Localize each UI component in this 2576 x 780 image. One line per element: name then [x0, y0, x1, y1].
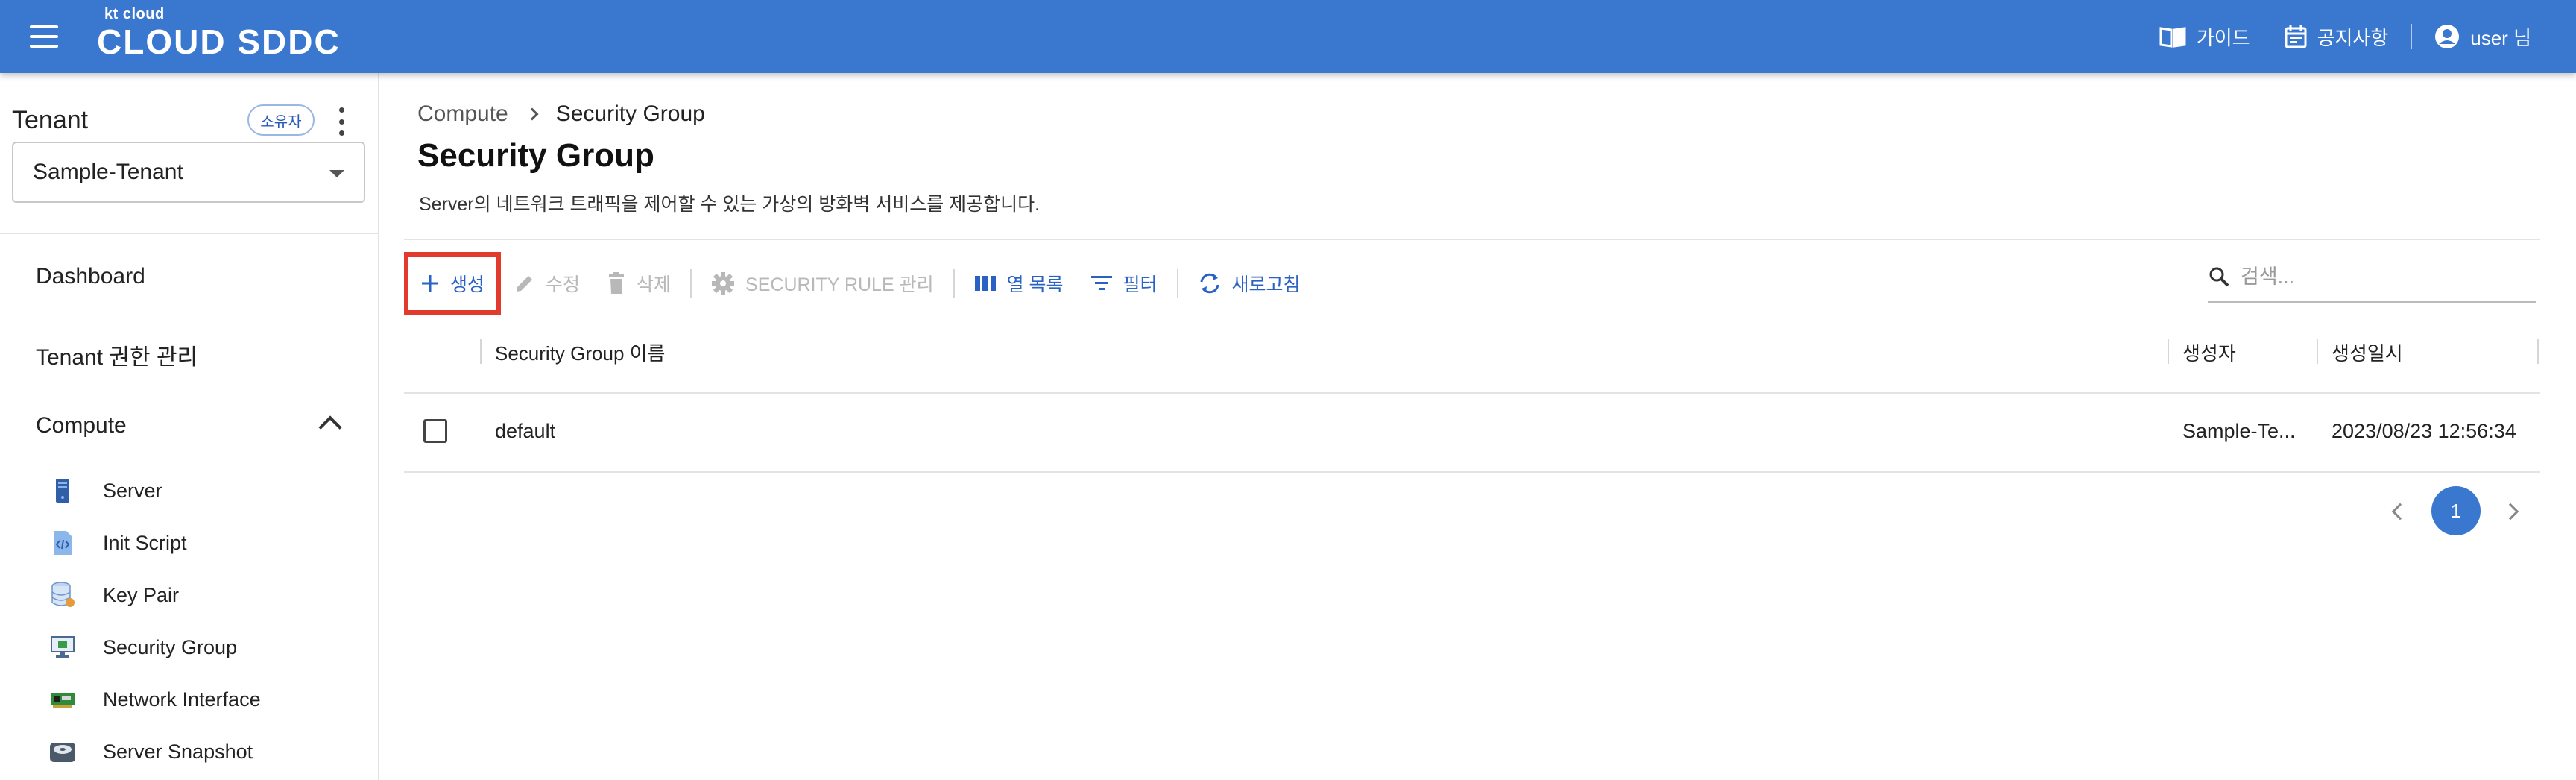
prev-page-icon[interactable] [2391, 503, 2409, 520]
cell-created-at: 2023/08/23 12:56:34 [2332, 419, 2516, 442]
sidebar-item-label: Network Interface [103, 688, 261, 711]
filter-label: 필터 [1123, 274, 1158, 295]
refresh-button[interactable]: 새로고침 [1184, 261, 1314, 306]
edit-button[interactable]: 수정 [501, 261, 593, 306]
sidebar-item-tenant-permissions[interactable]: Tenant 권한 관리 [36, 339, 198, 371]
sidebar-item-network-interface[interactable]: Network Interface [49, 679, 362, 720]
sidebar-item-label: Init Script [103, 531, 187, 554]
header-divider [2411, 24, 2413, 49]
header-actions: 가이드 공지사항 user 님 [2159, 0, 2531, 73]
user-label: user 님 [2470, 26, 2531, 49]
table-header-divider [404, 392, 2540, 394]
account-circle-icon [2435, 25, 2460, 48]
page-title: Security Group [417, 137, 654, 174]
database-icon [49, 582, 76, 608]
column-divider [480, 339, 482, 364]
pencil-icon [517, 276, 533, 292]
breadcrumb-current: Security Group [555, 101, 705, 126]
owner-badge: 소유자 [247, 104, 315, 136]
sidebar-item-compute[interactable]: Compute [36, 413, 127, 438]
page-description: Server의 네트워크 트래픽을 제어할 수 있는 가상의 방화벽 서비스를 … [419, 194, 1041, 215]
column-header-name[interactable]: Security Group 이름 [495, 339, 665, 365]
table-row-divider [404, 471, 2540, 473]
guide-link[interactable]: 가이드 [2159, 23, 2250, 51]
search-icon [2209, 267, 2229, 287]
delete-button[interactable]: 삭제 [593, 261, 684, 306]
content-divider [404, 239, 2540, 240]
filter-icon [1090, 276, 1112, 290]
notice-link[interactable]: 공지사항 [2285, 23, 2389, 51]
snapshot-icon [49, 738, 76, 765]
edit-label: 수정 [546, 274, 581, 295]
delete-label: 삭제 [637, 274, 672, 295]
logo[interactable]: kt cloud CLOUD SDDC [97, 6, 341, 61]
column-header-created-at[interactable]: 생성일시 [2332, 339, 2403, 365]
sidebar-item-label: Server Snapshot [103, 740, 253, 763]
sidebar-item-dashboard[interactable]: Dashboard [36, 264, 145, 289]
sidebar-item-server[interactable]: Server [49, 470, 362, 512]
dropdown-arrow-icon [329, 170, 344, 177]
network-card-icon [49, 686, 76, 713]
create-label: 생성 [450, 274, 485, 295]
menu-icon[interactable] [28, 22, 60, 51]
book-icon [2159, 27, 2186, 48]
sidebar-item-security-group[interactable]: Security Group [49, 626, 362, 668]
sidebar-item-key-pair[interactable]: Key Pair [49, 574, 362, 616]
column-divider [2168, 339, 2169, 364]
search-box [2208, 252, 2536, 303]
sidebar-item-label: Security Group [103, 635, 238, 658]
refresh-label: 새로고침 [1231, 274, 1301, 295]
column-divider [2317, 339, 2318, 364]
search-input[interactable] [2241, 265, 2509, 289]
sidebar: Tenant 소유자 Sample-Tenant Dashboard Tenan… [0, 73, 379, 780]
column-header-creator[interactable]: 생성자 [2182, 339, 2236, 365]
breadcrumb-compute[interactable]: Compute [417, 101, 508, 127]
trash-icon [609, 272, 625, 294]
calendar-icon [2285, 25, 2307, 48]
view-column-icon [974, 276, 996, 291]
filter-button[interactable]: 필터 [1077, 261, 1171, 306]
server-icon [49, 477, 76, 504]
guide-label: 가이드 [2196, 26, 2250, 49]
toolbar-divider [1176, 269, 1178, 298]
security-rule-manage-label: SECURITY RULE 관리 [745, 274, 934, 295]
more-vert-icon[interactable] [332, 107, 350, 136]
sidebar-item-label: Key Pair [103, 583, 180, 606]
chevron-right-icon [525, 107, 539, 121]
row-checkbox[interactable] [423, 419, 447, 443]
logo-small-text: kt cloud [104, 6, 165, 22]
chevron-up-icon[interactable] [318, 415, 342, 439]
toolbar-divider [690, 269, 692, 298]
toolbar-divider [953, 269, 955, 298]
column-list-button[interactable]: 열 목록 [961, 261, 1077, 306]
toolbar: 생성 수정 삭제 SECURITY RULE 관리 열 목록 필터 새로고침 [404, 252, 1314, 315]
script-icon [49, 529, 76, 556]
sidebar-item-init-script[interactable]: Init Script [49, 522, 362, 564]
tenant-title: Tenant [12, 106, 89, 134]
cell-creator: Sample-Te... [2182, 419, 2296, 442]
gear-icon [712, 272, 735, 295]
cell-name[interactable]: default [495, 418, 555, 444]
notice-label: 공지사항 [2317, 26, 2389, 49]
breadcrumb: Compute Security Group [417, 101, 705, 127]
user-menu[interactable]: user 님 [2434, 23, 2531, 51]
plus-icon [422, 275, 438, 292]
tenant-select[interactable]: Sample-Tenant [12, 142, 365, 203]
refresh-icon [1200, 273, 1219, 294]
sidebar-item-server-snapshot[interactable]: Server Snapshot [49, 731, 362, 773]
security-rule-manage-button[interactable]: SECURITY RULE 관리 [698, 261, 947, 306]
page-button-current[interactable]: 1 [2431, 486, 2481, 535]
column-divider [2537, 339, 2539, 364]
monitor-icon [49, 634, 76, 661]
tenant-select-value: Sample-Tenant [33, 160, 183, 184]
sidebar-divider [0, 233, 379, 234]
logo-text: CLOUD SDDC [97, 22, 341, 61]
create-button[interactable]: 생성 [404, 252, 502, 315]
sidebar-item-label: Server [103, 479, 162, 502]
next-page-icon[interactable] [2501, 503, 2519, 520]
top-app-bar: kt cloud CLOUD SDDC 가이드 공지사항 user 님 [0, 0, 2576, 73]
column-list-label: 열 목록 [1006, 274, 1064, 295]
